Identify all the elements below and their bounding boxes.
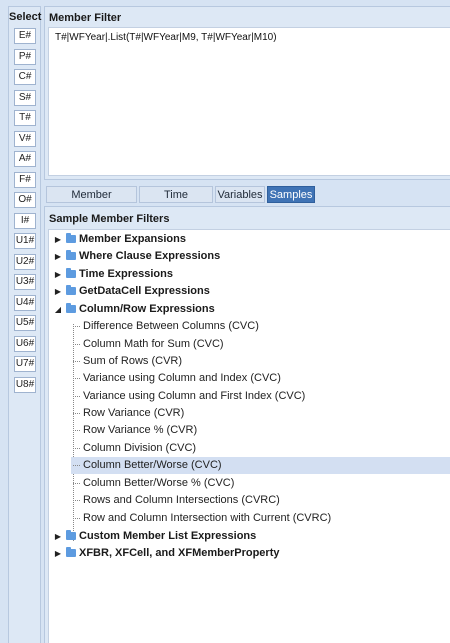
sample-tree[interactable]: ▶ Member Expansions ▶ Where Clause Expre… xyxy=(48,229,450,643)
member-filter-panel: Member Filter T#|WFYear|.List(T#|WFYear|… xyxy=(44,6,450,180)
select-panel: Select E# P# C# S# T# V# A# F# O# I# U1#… xyxy=(8,6,41,643)
select-panel-title: Select xyxy=(9,11,42,23)
select-c-button[interactable]: C# xyxy=(14,69,36,85)
member-filter-editor[interactable]: T#|WFYear|.List(T#|WFYear|M9, T#|WFYear|… xyxy=(48,27,450,176)
folder-icon xyxy=(66,530,76,540)
folder-icon xyxy=(66,285,76,295)
select-u4-button[interactable]: U4# xyxy=(14,295,36,311)
tree-item[interactable]: Column Math for Sum (CVC) xyxy=(71,336,450,353)
select-u8-button[interactable]: U8# xyxy=(14,377,36,393)
tree-item[interactable]: Rows and Column Intersections (CVRC) xyxy=(71,492,450,509)
expand-arrow-icon[interactable]: ▶ xyxy=(54,266,62,283)
select-a-button[interactable]: A# xyxy=(14,151,36,167)
tab-time-functions[interactable]: Time Functions xyxy=(139,186,213,218)
tree-item[interactable]: Sum of Rows (CVR) xyxy=(71,353,450,370)
tree-item[interactable]: Column Better/Worse % (CVC) xyxy=(71,475,450,492)
tab-bar: Member Expansion Time Functions Variable… xyxy=(44,183,450,218)
tab-variables[interactable]: Variables xyxy=(215,186,265,203)
select-i-button[interactable]: I# xyxy=(14,213,36,229)
folder-icon xyxy=(66,250,76,260)
select-u7-button[interactable]: U7# xyxy=(14,356,36,372)
select-u2-button[interactable]: U2# xyxy=(14,254,36,270)
expand-arrow-icon[interactable]: ▶ xyxy=(54,545,62,562)
folder-open-icon xyxy=(66,303,76,313)
samples-title: Sample Member Filters xyxy=(49,213,170,225)
expand-arrow-icon[interactable]: ▶ xyxy=(54,248,62,265)
samples-panel: Sample Member Filters ▶ Member Expansion… xyxy=(44,206,450,643)
select-u3-button[interactable]: U3# xyxy=(14,274,36,290)
tree-item[interactable]: Row Variance (CVR) xyxy=(71,405,450,422)
tree-item[interactable]: Variance using Column and Index (CVC) xyxy=(71,370,450,387)
tree-item[interactable]: Column Division (CVC) xyxy=(71,440,450,457)
expand-arrow-icon[interactable]: ▶ xyxy=(54,283,62,300)
select-p-button[interactable]: P# xyxy=(14,49,36,65)
tree-item[interactable]: Difference Between Columns (CVC) xyxy=(71,318,450,335)
select-u1-button[interactable]: U1# xyxy=(14,233,36,249)
member-filter-title: Member Filter xyxy=(49,12,122,24)
folder-icon xyxy=(66,547,76,557)
tree-item[interactable]: Row and Column Intersection with Current… xyxy=(71,510,450,527)
tree-item-selected[interactable]: Column Better/Worse (CVC) xyxy=(71,457,450,474)
expand-arrow-icon[interactable]: ▶ xyxy=(54,231,62,248)
select-u5-button[interactable]: U5# xyxy=(14,315,36,331)
select-s-button[interactable]: S# xyxy=(14,90,36,106)
folder-icon xyxy=(66,268,76,278)
tree-item[interactable]: Row Variance % (CVR) xyxy=(71,422,450,439)
select-f-button[interactable]: F# xyxy=(14,172,36,188)
folder-icon xyxy=(66,233,76,243)
member-filter-text[interactable]: T#|WFYear|.List(T#|WFYear|M9, T#|WFYear|… xyxy=(55,32,277,43)
expand-arrow-icon[interactable]: ▶ xyxy=(54,528,62,545)
select-u6-button[interactable]: U6# xyxy=(14,336,36,352)
select-e-button[interactable]: E# xyxy=(14,28,36,44)
tree-item[interactable]: Variance using Column and First Index (C… xyxy=(71,388,450,405)
select-t-button[interactable]: T# xyxy=(14,110,36,126)
tab-member-expansion[interactable]: Member Expansion xyxy=(46,186,137,218)
tab-samples[interactable]: Samples xyxy=(267,186,315,203)
select-o-button[interactable]: O# xyxy=(14,192,36,208)
select-v-button[interactable]: V# xyxy=(14,131,36,147)
collapse-arrow-icon[interactable]: ◢ xyxy=(54,301,62,318)
